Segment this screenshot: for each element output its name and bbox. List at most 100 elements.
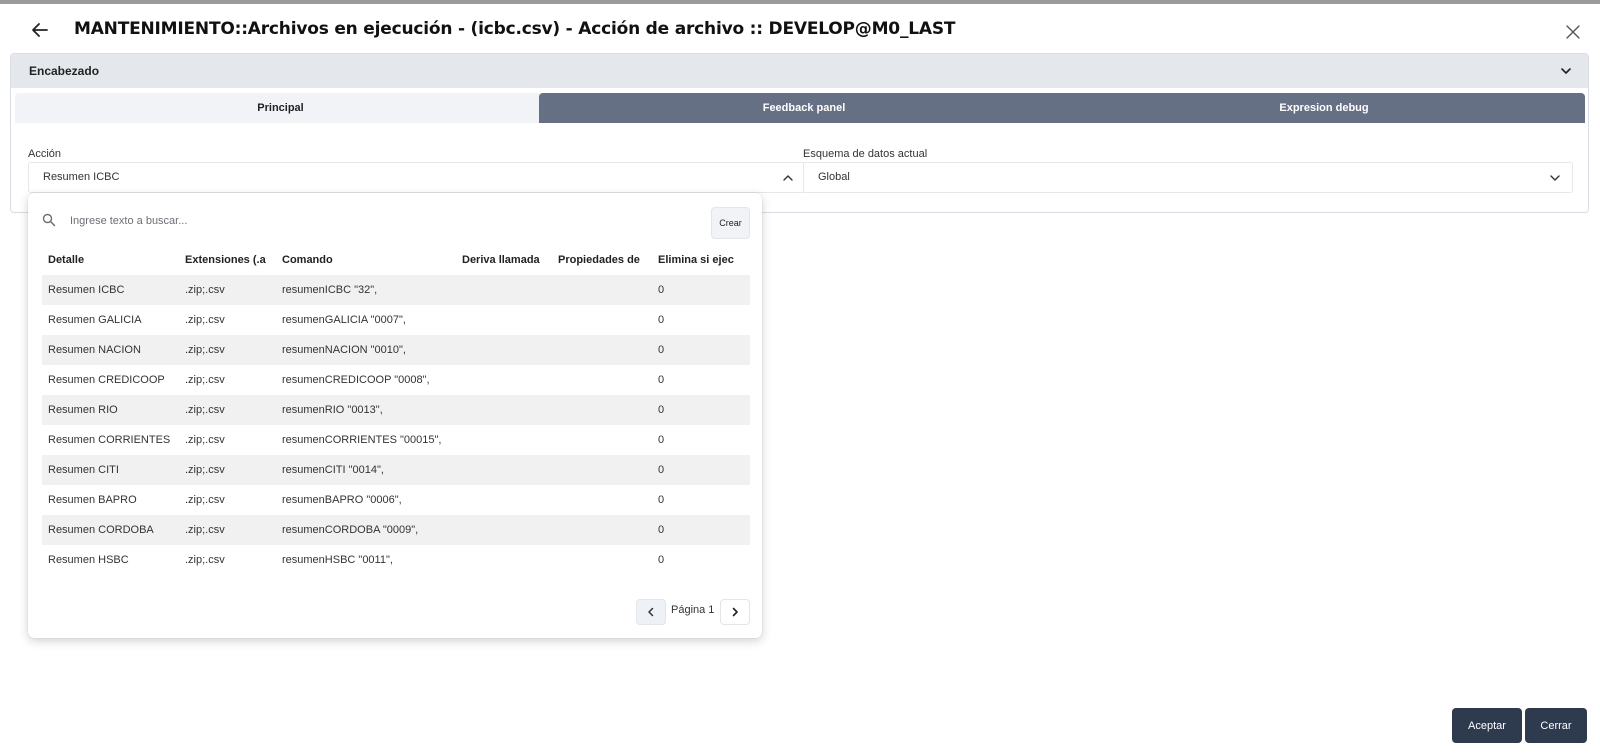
title-bar: MANTENIMIENTO::Archivos en ejecución - (… <box>0 4 1600 56</box>
options-table: Detalle Extensiones (.a Comando Deriva l… <box>42 245 750 575</box>
cell-comando: resumenCREDICOOP "0008", <box>282 374 430 386</box>
column-header-comando[interactable]: Comando <box>276 245 456 275</box>
table-row[interactable]: Resumen CITI .zip;.csv resumenCITI "0014… <box>42 455 750 485</box>
cell-elimina: 0 <box>658 434 665 446</box>
create-button[interactable]: Crear <box>711 207 750 239</box>
cell-extensiones: .zip;.csv <box>179 395 276 425</box>
cell-elimina: 0 <box>652 515 750 545</box>
table-row[interactable]: Resumen HSBC .zip;.csv resumenHSBC "0011… <box>42 545 750 575</box>
next-page-button[interactable] <box>720 599 750 625</box>
accept-button[interactable]: Aceptar <box>1452 708 1522 743</box>
back-button[interactable] <box>26 16 54 44</box>
column-header-deriva-llamada[interactable]: Deriva llamada <box>456 245 552 275</box>
close-button[interactable] <box>1560 19 1586 45</box>
cell-deriva-llamada <box>456 365 552 395</box>
close-icon <box>1566 25 1580 39</box>
tab-feedback-panel[interactable]: Feedback panel <box>539 93 1069 123</box>
cell-elimina: 0 <box>658 554 665 566</box>
cell-elimina: 0 <box>652 275 750 305</box>
table-row[interactable]: Resumen CREDICOOP .zip;.csv resumenCREDI… <box>42 365 750 395</box>
cell-deriva-llamada <box>456 545 552 575</box>
column-header-detalle[interactable]: Detalle <box>42 245 179 275</box>
header-section: Encabezado Principal Feedback panel Expr… <box>10 53 1589 213</box>
cell-extensiones: .zip;.csv <box>179 515 276 545</box>
cell-propiedades <box>552 515 652 545</box>
cell-elimina: 0 <box>658 374 665 386</box>
search-input[interactable] <box>68 207 712 235</box>
table-row[interactable]: Resumen BAPRO .zip;.csv resumenBAPRO "00… <box>42 485 750 515</box>
table-row[interactable]: Resumen NACION .zip;.csv resumenNACION "… <box>42 335 750 365</box>
cell-deriva-llamada <box>456 305 552 335</box>
cell-deriva-llamada <box>456 455 552 485</box>
table-header-row: Detalle Extensiones (.a Comando Deriva l… <box>42 245 750 275</box>
table-row[interactable]: Resumen GALICIA .zip;.csv resumenGALICIA… <box>42 305 750 335</box>
prev-page-button[interactable] <box>636 599 666 625</box>
cell-extensiones: .zip;.csv <box>179 455 276 485</box>
cell-detalle: Resumen NACION <box>42 335 179 365</box>
esquema-label: Esquema de datos actual <box>803 148 928 160</box>
section-header[interactable]: Encabezado <box>11 54 1588 88</box>
cell-deriva-llamada <box>456 515 552 545</box>
cell-detalle: Resumen CORRIENTES <box>48 434 171 446</box>
table-row[interactable]: Resumen RIO .zip;.csv resumenRIO "0013",… <box>42 395 750 425</box>
accion-label: Acción <box>28 148 62 160</box>
cell-detalle: Resumen CITI <box>42 455 179 485</box>
cell-deriva-llamada <box>456 395 552 425</box>
section-title: Encabezado <box>29 64 100 78</box>
column-header-extensiones[interactable]: Extensiones (.a <box>179 245 276 275</box>
column-header-propiedades[interactable]: Propiedades de <box>552 245 652 275</box>
page-title: MANTENIMIENTO::Archivos en ejecución - (… <box>74 19 956 39</box>
chevron-up-icon[interactable] <box>781 171 795 185</box>
cell-comando: resumenCITI "0014", <box>276 455 456 485</box>
cell-comando: resumenNACION "0010", <box>276 335 456 365</box>
esquema-select[interactable]: Global <box>803 162 1573 193</box>
cell-extensiones: .zip;.csv <box>185 314 225 326</box>
cell-detalle: Resumen RIO <box>42 395 179 425</box>
cell-extensiones: .zip;.csv <box>185 374 225 386</box>
cell-elimina: 0 <box>652 395 750 425</box>
cell-propiedades <box>552 425 652 455</box>
cell-deriva-llamada <box>456 485 552 515</box>
cell-deriva-llamada <box>456 425 552 455</box>
esquema-value: Global <box>818 171 850 183</box>
column-header-elimina[interactable]: Elimina si ejec <box>652 245 750 275</box>
cell-elimina: 0 <box>652 335 750 365</box>
cell-comando: resumenHSBC "0011", <box>282 554 393 566</box>
cell-comando: resumenRIO "0013", <box>276 395 456 425</box>
cell-elimina: 0 <box>658 314 665 326</box>
table-row[interactable]: Resumen CORRIENTES .zip;.csv resumenCORR… <box>42 425 750 455</box>
accion-value: Resumen ICBC <box>43 171 120 183</box>
cell-extensiones: .zip;.csv <box>185 434 225 446</box>
tab-principal[interactable]: Principal <box>15 93 546 123</box>
chevron-down-icon[interactable] <box>1548 171 1562 185</box>
accion-select[interactable]: Resumen ICBC <box>28 162 806 193</box>
cell-comando: resumenBAPRO "0006", <box>282 494 402 506</box>
cell-detalle: Resumen ICBC <box>42 275 179 305</box>
cell-extensiones: .zip;.csv <box>179 335 276 365</box>
cell-propiedades <box>552 365 652 395</box>
cancel-button[interactable]: Cerrar <box>1525 708 1587 743</box>
page-indicator: Página 1 <box>671 604 715 616</box>
cell-propiedades <box>552 395 652 425</box>
cell-detalle: Resumen CORDOBA <box>42 515 179 545</box>
cell-deriva-llamada <box>456 335 552 365</box>
cell-propiedades <box>552 335 652 365</box>
cell-comando: resumenCORRIENTES "00015", <box>282 434 442 446</box>
chevron-left-icon <box>648 607 654 617</box>
cell-elimina: 0 <box>658 494 665 506</box>
search-icon <box>42 213 56 227</box>
cell-detalle: Resumen CREDICOOP <box>48 374 165 386</box>
table-row[interactable]: Resumen CORDOBA .zip;.csv resumenCORDOBA… <box>42 515 750 545</box>
cell-propiedades <box>552 485 652 515</box>
cell-comando: resumenCORDOBA "0009", <box>276 515 456 545</box>
cell-detalle: Resumen HSBC <box>48 554 129 566</box>
cell-detalle: Resumen BAPRO <box>48 494 137 506</box>
chevron-down-icon[interactable] <box>1559 64 1573 78</box>
cell-deriva-llamada <box>456 275 552 305</box>
tab-expresion-debug[interactable]: Expresion debug <box>1063 93 1585 123</box>
chevron-right-icon <box>732 607 738 617</box>
cell-propiedades <box>552 275 652 305</box>
cell-propiedades <box>552 455 652 485</box>
cell-extensiones: .zip;.csv <box>185 554 225 566</box>
table-row[interactable]: Resumen ICBC .zip;.csv resumenICBC "32",… <box>42 275 750 305</box>
